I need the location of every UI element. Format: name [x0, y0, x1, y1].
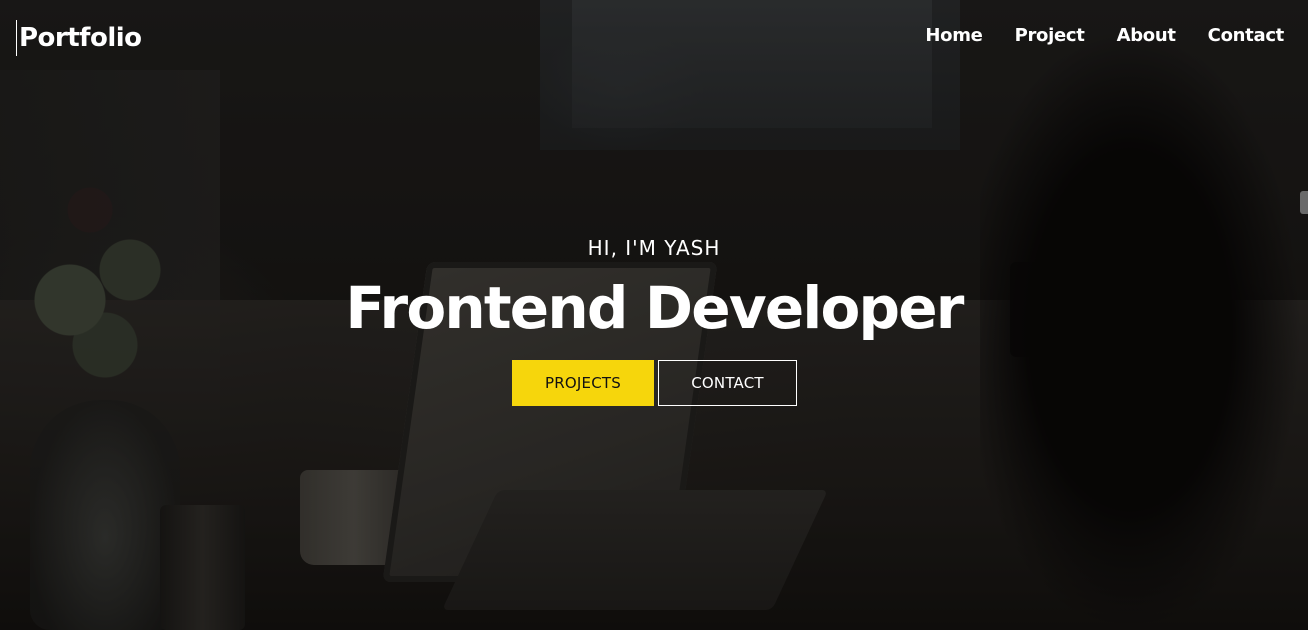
projects-button[interactable]: PROJECTS [512, 360, 654, 406]
nav-home[interactable]: Home [925, 24, 983, 48]
nav-project[interactable]: Project [1015, 24, 1085, 48]
logo[interactable]: Portfolio [16, 20, 142, 56]
side-scroll-tab[interactable] [1300, 191, 1308, 214]
hero-buttons: PROJECTS CONTACT [0, 360, 1308, 406]
contact-button[interactable]: CONTACT [658, 360, 797, 406]
nav-contact[interactable]: Contact [1208, 24, 1285, 48]
main-nav: Home Project About Contact [893, 24, 1284, 48]
hero-content: HI, I'M YASH Frontend Developer PROJECTS… [0, 234, 1308, 406]
hero-section: Portfolio Home Project About Contact HI,… [0, 0, 1308, 630]
nav-about[interactable]: About [1117, 24, 1176, 48]
hero-title: Frontend Developer [345, 274, 964, 342]
hero-greeting: HI, I'M YASH [587, 236, 721, 260]
